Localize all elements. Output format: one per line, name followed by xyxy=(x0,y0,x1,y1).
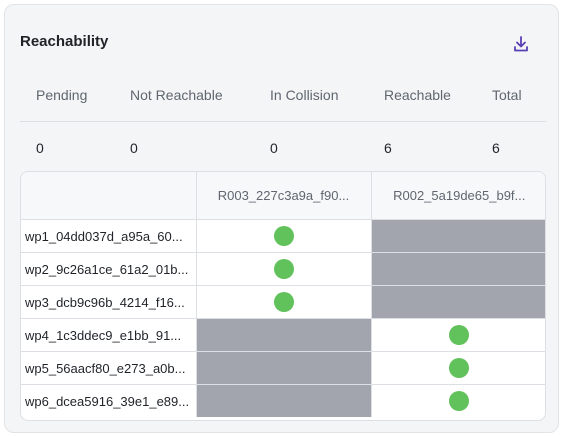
summary-header-row: Pending Not Reachable In Collision Reach… xyxy=(20,69,546,122)
reachable-status-icon xyxy=(273,226,294,246)
row-label: wp6_dcea5916_39e1_e89... xyxy=(21,384,197,417)
summary-header-total: Total xyxy=(476,69,546,122)
matrix-row: wp5_56aacf80_e273_a0b... xyxy=(21,351,545,385)
matrix-row: wp4_1c3ddec9_e1bb_91... xyxy=(21,318,545,352)
row-label: wp1_04dd037d_a95a_60... xyxy=(21,219,197,253)
row-label: wp4_1c3ddec9_e1bb_91... xyxy=(21,318,197,352)
row-label: wp5_56aacf80_e273_a0b... xyxy=(21,351,197,385)
reachable-status-icon xyxy=(449,391,470,411)
reachable-status-icon xyxy=(273,259,294,279)
reachable-status-icon xyxy=(449,325,470,345)
summary-header-pending: Pending xyxy=(20,69,114,122)
matrix-row: wp2_9c26a1ce_61a2_01b... xyxy=(21,252,545,286)
unavailable-cell xyxy=(196,351,372,385)
reachability-matrix: R003_227c3a9a_f90... R002_5a19de65_b9f..… xyxy=(20,171,546,421)
unavailable-cell xyxy=(371,285,545,319)
reachable-cell xyxy=(371,351,545,385)
reachable-status-icon xyxy=(273,292,294,312)
column-header: R002_5a19de65_b9f... xyxy=(371,172,545,220)
reachable-cell xyxy=(196,285,372,319)
unavailable-cell xyxy=(371,252,545,286)
card-title: Reachability xyxy=(20,33,109,50)
summary-value-total: 6 xyxy=(492,139,500,156)
summary-table: Pending Not Reachable In Collision Reach… xyxy=(20,69,546,173)
matrix-header-row: R003_227c3a9a_f90... R002_5a19de65_b9f..… xyxy=(21,172,545,220)
matrix-row: wp6_dcea5916_39e1_e89... xyxy=(21,384,545,418)
reachability-card: Reachability Pending Not Reachable In Co… xyxy=(4,4,559,433)
summary-value-pending: 0 xyxy=(36,139,44,156)
reachable-cell xyxy=(196,219,372,253)
summary-header-not-reachable: Not Reachable xyxy=(114,69,254,122)
matrix-row: wp3_dcb9c96b_4214_f16... xyxy=(21,285,545,319)
download-icon[interactable] xyxy=(510,33,532,55)
matrix-corner-cell xyxy=(21,172,197,220)
reachable-status-icon xyxy=(449,358,470,378)
summary-value-reachable: 6 xyxy=(384,139,392,156)
unavailable-cell xyxy=(196,318,372,352)
unavailable-cell xyxy=(371,219,545,253)
column-header: R003_227c3a9a_f90... xyxy=(196,172,372,220)
summary-header-in-collision: In Collision xyxy=(254,69,368,122)
unavailable-cell xyxy=(196,384,372,417)
summary-value-not-reachable: 0 xyxy=(130,139,138,156)
reachable-cell xyxy=(196,252,372,286)
row-label: wp2_9c26a1ce_61a2_01b... xyxy=(21,252,197,286)
summary-header-reachable: Reachable xyxy=(368,69,476,122)
matrix-row: wp1_04dd037d_a95a_60... xyxy=(21,219,545,253)
reachable-cell xyxy=(371,385,545,418)
reachable-cell xyxy=(371,318,545,352)
summary-value-row: 0 0 0 6 6 xyxy=(20,122,546,174)
summary-value-in-collision: 0 xyxy=(270,139,278,156)
row-label: wp3_dcb9c96b_4214_f16... xyxy=(21,285,197,319)
